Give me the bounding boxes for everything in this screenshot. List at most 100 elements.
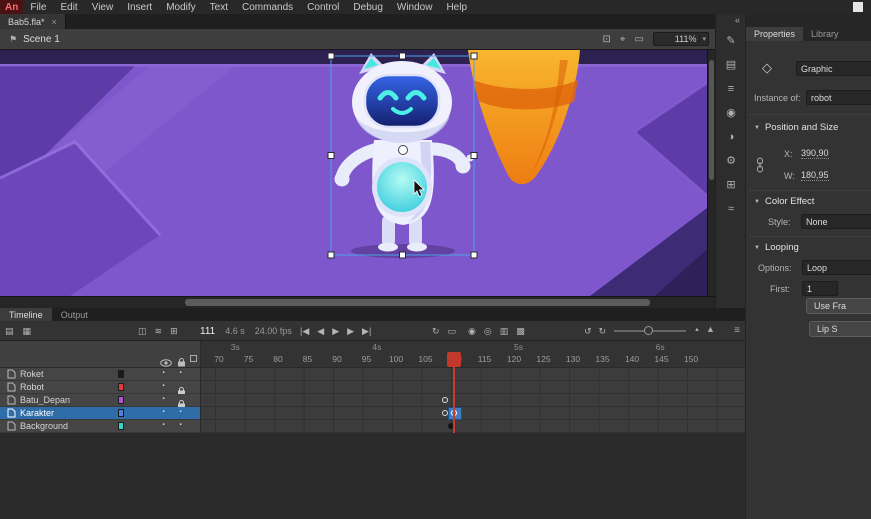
layer-lock-dot[interactable]: [175, 367, 187, 379]
collapse-panels-icon[interactable]: «: [735, 15, 740, 25]
layer-row-roket[interactable]: Roket: [0, 368, 745, 381]
redo-step-icon[interactable]: ↻: [599, 327, 607, 336]
chevron-down-icon[interactable]: ▾: [699, 35, 708, 43]
layer-row-karakter[interactable]: Karakter: [0, 407, 745, 420]
layer-visibility-dot[interactable]: [158, 406, 170, 418]
style-dropdown[interactable]: None: [801, 214, 871, 229]
insert-folder-icon[interactable]: ▦: [23, 327, 32, 336]
layer-visibility-dot[interactable]: [158, 380, 170, 392]
onion-skin-icon[interactable]: ◉: [468, 327, 476, 336]
menu-file[interactable]: File: [23, 2, 53, 13]
x-value[interactable]: 390,90: [801, 148, 829, 159]
menu-view[interactable]: View: [85, 2, 121, 13]
marker-range-icon[interactable]: ▩: [516, 327, 525, 336]
playhead-marker[interactable]: [447, 352, 461, 367]
stage[interactable]: [0, 50, 715, 296]
tab-close-icon[interactable]: ×: [52, 17, 57, 27]
layer-row-left[interactable]: Roket: [0, 368, 200, 381]
layer-outline-swatch[interactable]: [118, 370, 124, 378]
lip-sync-button[interactable]: Lip S: [809, 321, 871, 337]
layer-frames[interactable]: [200, 394, 745, 407]
layer-outline-swatch[interactable]: [118, 422, 124, 430]
outline-view-icon[interactable]: [190, 355, 197, 362]
layer-row-left[interactable]: Batu_Depan: [0, 394, 200, 407]
menu-control[interactable]: Control: [300, 2, 346, 13]
menu-modify[interactable]: Modify: [159, 2, 202, 13]
clip-icon[interactable]: ▭: [448, 327, 457, 336]
layer-depth-icon[interactable]: ≋: [155, 327, 163, 336]
stage-horizontal-scrollbar[interactable]: [0, 296, 715, 308]
layer-name[interactable]: Karakter: [20, 408, 54, 418]
layer-visibility-dot[interactable]: [158, 367, 170, 379]
current-frame[interactable]: 111: [200, 326, 215, 337]
section-position-size[interactable]: ▼ Position and Size: [754, 122, 838, 133]
motion-icon[interactable]: ≈: [728, 204, 734, 215]
frame-rate[interactable]: 24.00 fps: [255, 326, 292, 336]
panel-menu-icon[interactable]: ≡: [734, 325, 740, 336]
layer-row-left[interactable]: Robot: [0, 381, 200, 394]
tab-properties[interactable]: Properties: [746, 27, 803, 41]
w-value[interactable]: 180,95: [801, 170, 829, 181]
layer-row-robot[interactable]: Robot: [0, 381, 745, 394]
layer-frames[interactable]: [200, 381, 745, 394]
keyframe-empty[interactable]: [442, 397, 448, 403]
section-color-effect[interactable]: ▼ Color Effect: [754, 196, 814, 207]
chevron-down-icon[interactable]: ▼: [754, 245, 760, 251]
loop-icon[interactable]: ↻: [432, 327, 440, 336]
layer-frames[interactable]: [200, 407, 745, 420]
scroll-thumb[interactable]: [709, 60, 714, 180]
menu-edit[interactable]: Edit: [53, 2, 84, 13]
zoom-in-frames-icon[interactable]: ▲: [706, 324, 715, 334]
layer-outline-swatch[interactable]: [118, 383, 124, 391]
tab-output[interactable]: Output: [52, 308, 97, 321]
onion-outline-icon[interactable]: ◎: [484, 327, 492, 336]
layer-visibility-dot[interactable]: [158, 419, 170, 431]
workspace-icon[interactable]: [853, 2, 863, 12]
layer-visibility-dot[interactable]: [158, 393, 170, 405]
layer-name[interactable]: Robot: [20, 382, 44, 392]
frame-ruler[interactable]: 3s4s5s6s 7075808590951001051101151201251…: [200, 341, 745, 368]
app-logo[interactable]: An: [0, 0, 23, 14]
clip-content-icon[interactable]: ▭: [635, 34, 644, 45]
timeline-zoom-slider[interactable]: [614, 330, 686, 332]
slider-knob[interactable]: [644, 326, 653, 335]
layer-row-background[interactable]: Background: [0, 420, 745, 433]
layer-outline-swatch[interactable]: [118, 409, 124, 417]
align-icon[interactable]: ≡: [728, 84, 734, 95]
menu-window[interactable]: Window: [390, 2, 440, 13]
menu-help[interactable]: Help: [439, 2, 474, 13]
zoom-select[interactable]: 111% ▾: [653, 32, 709, 46]
layer-row-left[interactable]: Karakter: [0, 407, 200, 420]
undo-step-icon[interactable]: ↺: [584, 327, 592, 336]
layer-row-batu-depan[interactable]: Batu_Depan: [0, 394, 745, 407]
instance-name-field[interactable]: robot: [806, 90, 871, 105]
layer-frames[interactable]: [200, 368, 745, 381]
info-icon[interactable]: ◉: [726, 108, 736, 119]
play-icon[interactable]: ▶: [332, 327, 339, 336]
layer-name[interactable]: Roket: [20, 369, 44, 379]
menu-text[interactable]: Text: [203, 2, 235, 13]
link-width-height-icon[interactable]: [755, 157, 765, 178]
camera-icon[interactable]: ◫: [138, 327, 147, 336]
layer-name[interactable]: Batu_Depan: [20, 395, 70, 405]
use-frame-picker-button[interactable]: Use Fra: [806, 298, 871, 314]
tab-timeline[interactable]: Timeline: [0, 308, 52, 321]
edit-multiple-frames-icon[interactable]: ▥: [500, 327, 509, 336]
symbol-type-dropdown[interactable]: Graphic: [796, 61, 871, 76]
layers-panel-icon[interactable]: ⊞: [170, 327, 178, 336]
chevron-down-icon[interactable]: ▼: [754, 125, 760, 131]
menu-debug[interactable]: Debug: [346, 2, 389, 13]
scene-name[interactable]: Scene 1: [23, 34, 60, 45]
zoom-out-frames-icon[interactable]: ▲: [694, 327, 700, 333]
section-looping[interactable]: ▼ Looping: [754, 242, 799, 253]
transform-point[interactable]: [399, 146, 408, 155]
scroll-thumb[interactable]: [185, 299, 650, 306]
tab-library[interactable]: Library: [803, 27, 847, 41]
go-to-start-icon[interactable]: |◀: [300, 327, 309, 336]
layer-lock-dot[interactable]: [175, 406, 187, 418]
step-forward-icon[interactable]: ▶: [347, 327, 354, 336]
layer-outline-swatch[interactable]: [118, 396, 124, 404]
chevron-down-icon[interactable]: ▼: [754, 199, 760, 205]
menu-commands[interactable]: Commands: [235, 2, 300, 13]
layer-row-left[interactable]: Background: [0, 420, 200, 433]
